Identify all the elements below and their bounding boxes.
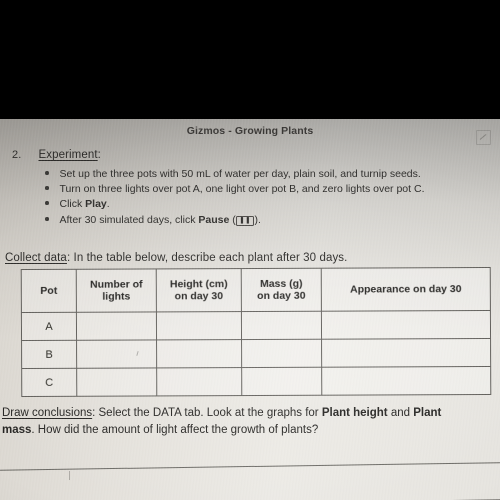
pause-paren-open: ( (229, 214, 236, 226)
experiment-colon: : (97, 149, 101, 161)
column-header-lights-line2: lights (102, 290, 131, 303)
conclusions-line-2: mass. How did the amount of light affect… (2, 424, 318, 436)
screenshot-root: Gizmos - Growing Plants 2. Experiment: S… (0, 0, 500, 500)
column-header-appearance-text: Appearance on day 30 (350, 282, 462, 296)
page-title: Gizmos - Growing Plants (186, 125, 314, 137)
worksheet-page: Gizmos - Growing Plants 2. Experiment: S… (0, 119, 500, 500)
list-item: Turn on three lights over pot A, one lig… (45, 183, 424, 195)
bullet-dot-icon (45, 186, 49, 190)
collect-data-label: Collect data (5, 252, 67, 264)
column-header-lights-line1: Number of (90, 277, 143, 291)
bullet-dot-icon (45, 201, 49, 205)
cell-height-c[interactable] (156, 367, 242, 396)
cell-lights-c[interactable] (76, 367, 157, 397)
table-row: A (21, 310, 491, 341)
cell-mass-a[interactable] (241, 311, 322, 340)
conclusions-line-1: Draw conclusions: Select the DATA tab. L… (2, 407, 441, 419)
edit-square-icon (476, 130, 491, 145)
cell-lights-a[interactable] (76, 311, 157, 341)
list-item-text: Click (59, 198, 86, 210)
bullet-dot-icon (45, 171, 49, 175)
list-item-text: Set up the three pots with 50 mL of wate… (59, 168, 421, 180)
list-item-text-tail: . (106, 198, 110, 210)
column-header-lights: Number of lights (76, 268, 157, 313)
row-label-c: C (21, 368, 77, 397)
column-header-mass: Mass (g) on day 30 (241, 268, 322, 312)
table-header-row: Pot Number of lights Height (cm) on day … (21, 267, 491, 313)
cell-appearance-a[interactable] (321, 310, 491, 340)
conclusions-label: Draw conclusions (2, 407, 93, 419)
row-label-b: B (21, 340, 77, 369)
conclusions-question: . How did the amount of light affect the… (31, 424, 319, 436)
experiment-label: Experiment (38, 149, 98, 161)
plant-keyword: Plant (413, 407, 442, 419)
play-keyword: Play (85, 198, 107, 210)
conclusions-text-b: and (387, 407, 414, 419)
collect-data-heading: Collect data: In the table below, descri… (5, 248, 347, 266)
list-item-text-tail: ). (254, 214, 261, 226)
pen-tick-mark (69, 471, 70, 480)
table-row: B (21, 338, 491, 369)
column-header-height-line2: on day 30 (174, 290, 224, 303)
cell-height-b[interactable] (156, 339, 242, 368)
cell-mass-c[interactable] (241, 367, 322, 396)
cell-mass-b[interactable] (241, 339, 322, 368)
cell-height-a[interactable] (156, 311, 242, 340)
mass-keyword: mass (2, 424, 32, 436)
column-header-pot: Pot (21, 269, 77, 313)
cell-appearance-c[interactable] (321, 366, 491, 396)
row-label-a: A (21, 312, 77, 341)
plant-height-keyword: Plant height (321, 407, 388, 419)
cell-appearance-b[interactable] (321, 338, 491, 368)
column-header-height-line1: Height (cm) (169, 277, 228, 290)
bullet-dot-icon (45, 217, 49, 221)
list-item: Click Play. (45, 198, 110, 210)
experiment-number: 2. (12, 149, 22, 161)
column-header-mass-line2: on day 30 (257, 289, 306, 302)
list-item: After 30 simulated days, click Pause (❚❚… (45, 214, 261, 226)
experiment-heading: 2. Experiment: (12, 145, 101, 163)
letterbox-top-band (0, 0, 500, 119)
collect-data-rest: : In the table below, describe each plan… (66, 252, 348, 264)
column-header-height: Height (cm) on day 30 (156, 268, 242, 312)
list-item-text: After 30 simulated days, click (59, 214, 199, 226)
column-header-appearance: Appearance on day 30 (321, 267, 491, 312)
answer-line (0, 462, 500, 471)
column-header-pot-text: Pot (40, 284, 58, 297)
list-item-text: Turn on three lights over pot A, one lig… (59, 183, 425, 195)
table-row: C (21, 366, 491, 397)
column-header-mass-line1: Mass (g) (259, 277, 303, 290)
cell-lights-b[interactable] (76, 339, 157, 369)
conclusions-text-a: : Select the DATA tab. Look at the graph… (92, 407, 322, 419)
data-collection-table: Pot Number of lights Height (cm) on day … (21, 267, 492, 397)
pause-icon: ❚❚ (235, 215, 255, 226)
list-item: Set up the three pots with 50 mL of wate… (45, 168, 421, 180)
pause-keyword: Pause (198, 214, 230, 226)
